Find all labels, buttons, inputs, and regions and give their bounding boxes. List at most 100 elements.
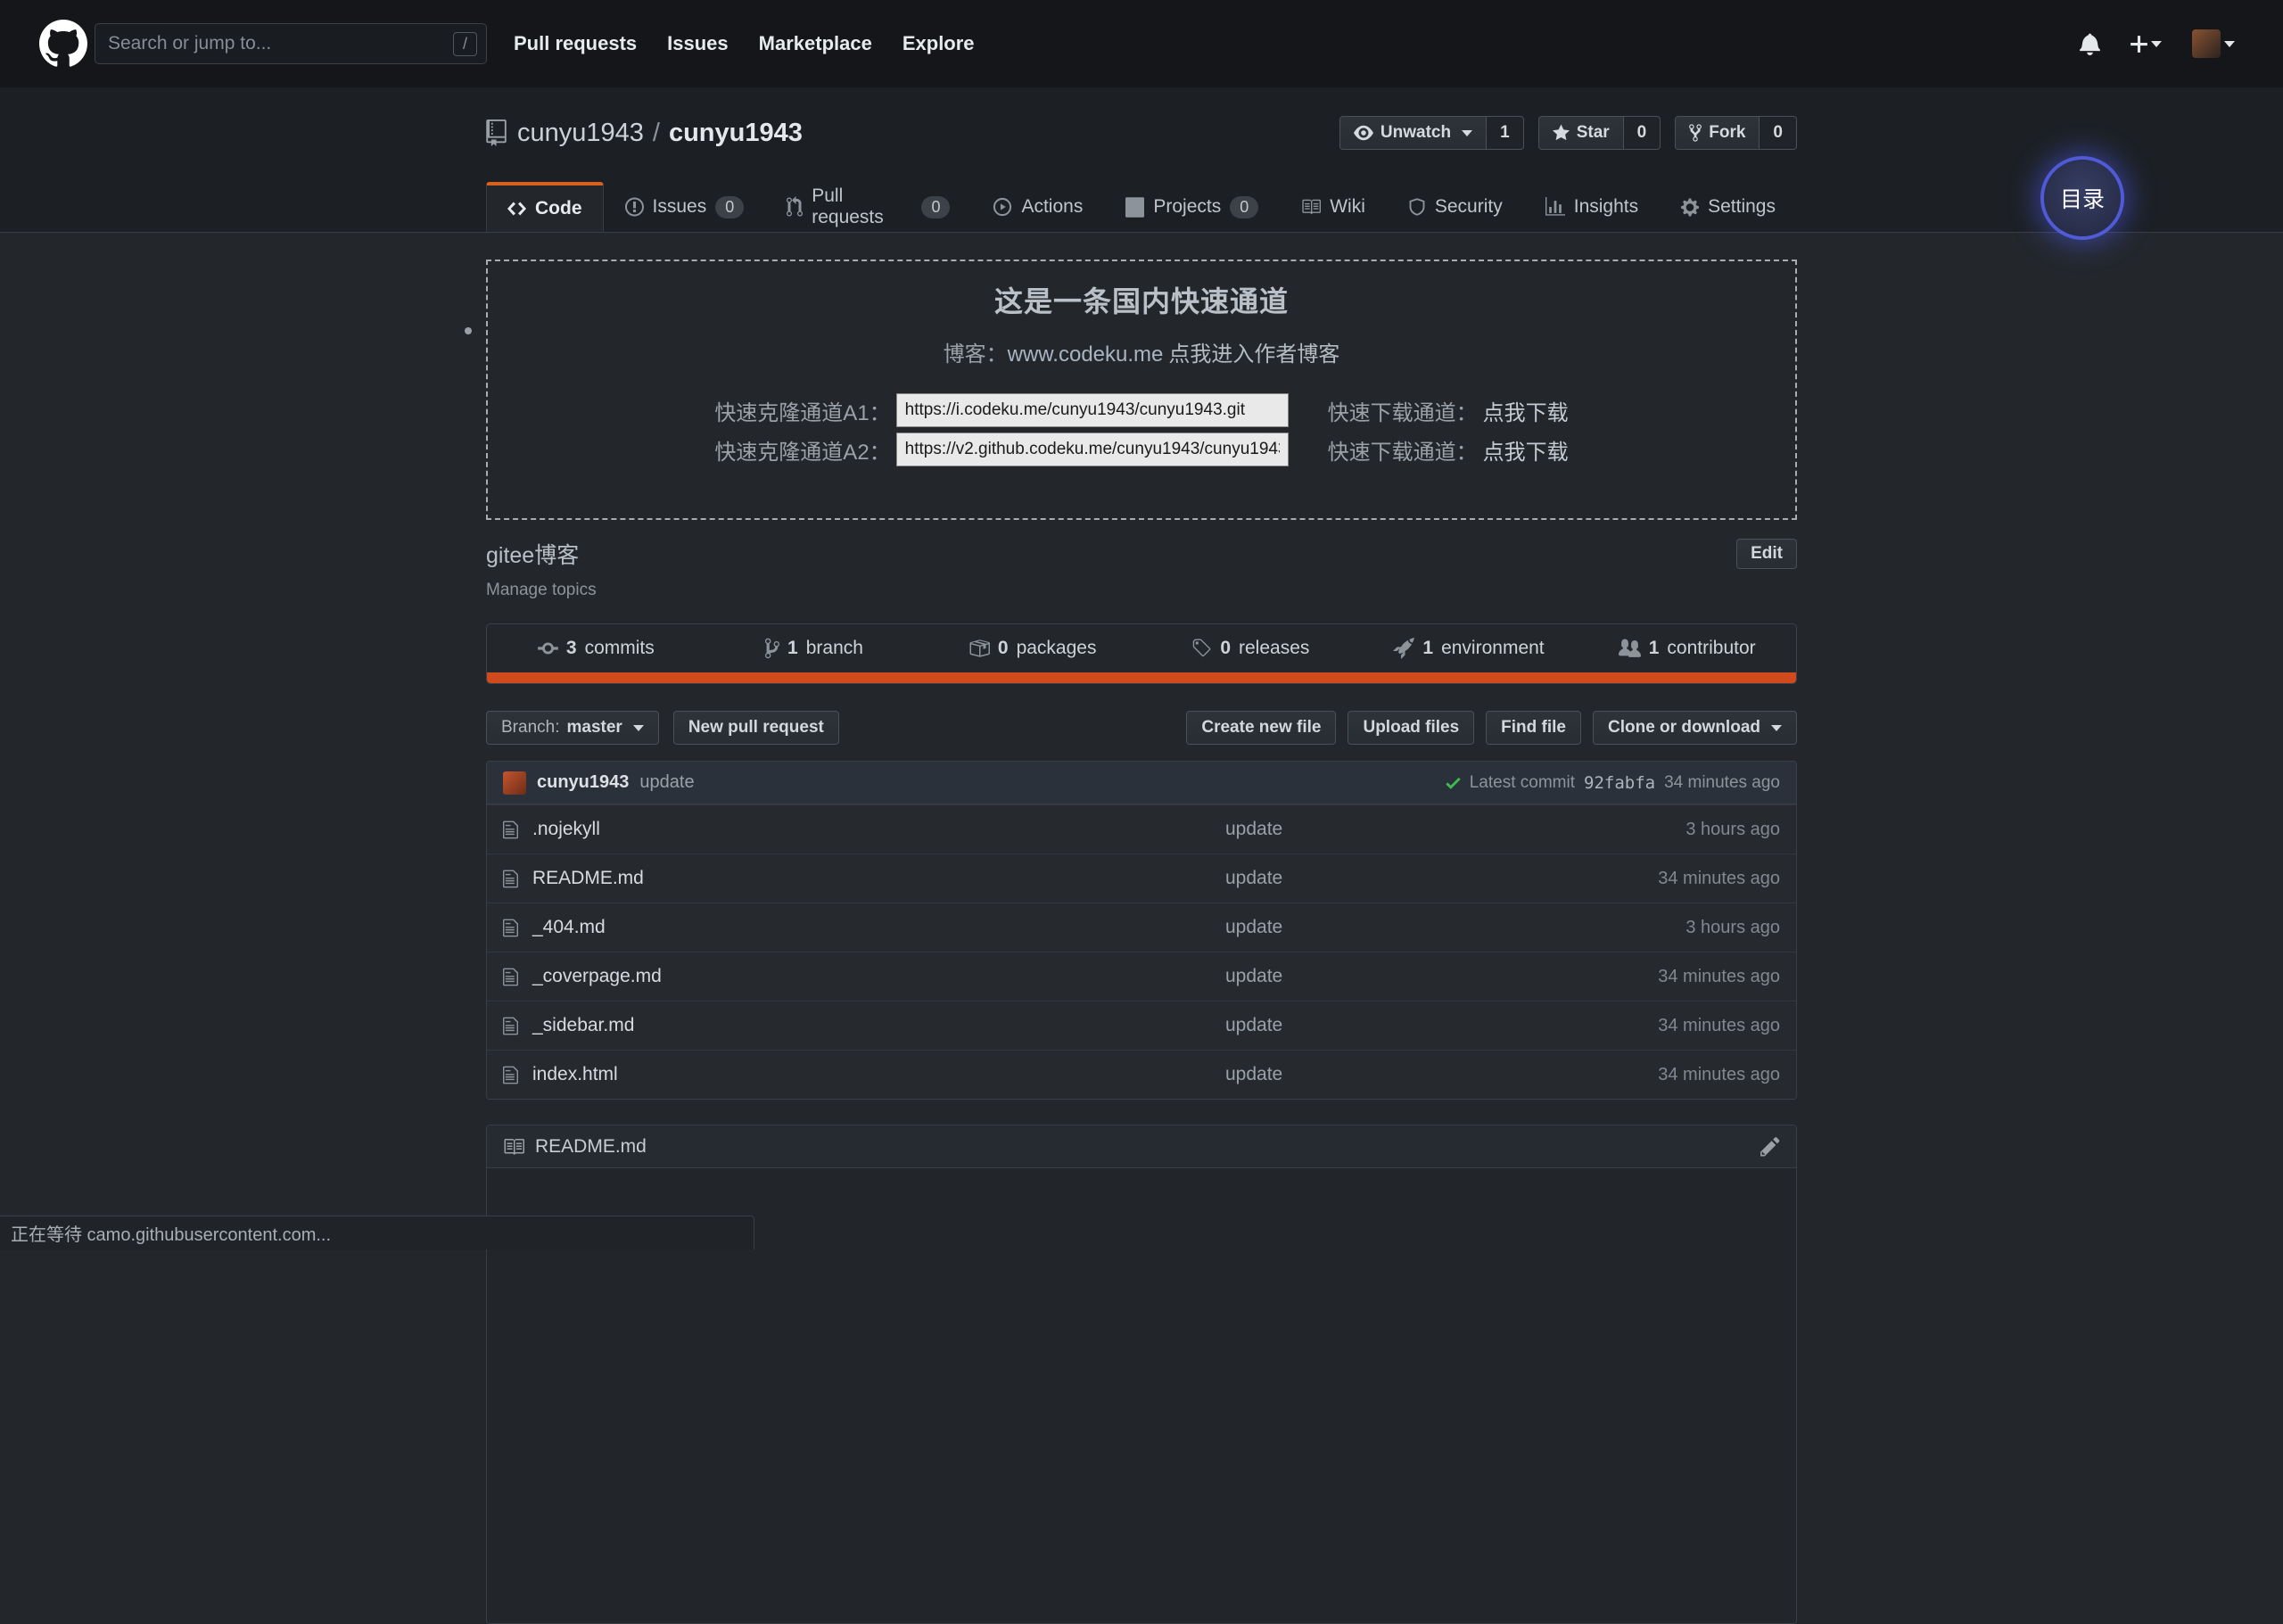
new-pull-request-button[interactable]: New pull request: [672, 711, 839, 745]
repo-book-icon: [486, 120, 507, 146]
commit-icon: [538, 637, 558, 660]
check-icon: [1445, 773, 1461, 793]
star-label: Star: [1576, 123, 1610, 142]
branch-icon: [765, 637, 780, 660]
commit-message-link[interactable]: update: [639, 772, 694, 793]
clone-label: Clone or download: [1608, 718, 1760, 737]
find-file-button[interactable]: Find file: [1486, 711, 1581, 745]
unwatch-button[interactable]: Unwatch: [1339, 116, 1488, 150]
file-controls: Branch: master New pull request Create n…: [486, 711, 1797, 745]
clone-url-input-a2[interactable]: [895, 433, 1289, 466]
repo-owner-link[interactable]: cunyu1943: [517, 119, 644, 148]
play-icon: [993, 197, 1012, 217]
fork-button[interactable]: Fork: [1675, 116, 1760, 150]
file-commit-message[interactable]: update: [1225, 1064, 1282, 1085]
file-icon: [503, 967, 518, 987]
tab-issues[interactable]: Issues 0: [604, 182, 766, 232]
file-time: 34 minutes ago: [1658, 1015, 1780, 1035]
toc-floating-button[interactable]: 目录: [2044, 160, 2121, 236]
file-name-link[interactable]: README.md: [532, 868, 644, 889]
commit-author-link[interactable]: cunyu1943: [537, 772, 629, 793]
table-row: index.html update 34 minutes ago: [487, 1050, 1796, 1099]
navbar-right: [2080, 29, 2235, 58]
plus-icon: [2131, 33, 2147, 55]
navbar-links: Pull requests Issues Marketplace Explore: [514, 32, 975, 55]
blog-label: 博客：: [943, 342, 1008, 367]
star-button[interactable]: Star: [1537, 116, 1624, 150]
file-name-link[interactable]: _404.md: [532, 917, 606, 938]
file-name-link[interactable]: _sidebar.md: [532, 1015, 634, 1036]
star-count[interactable]: 0: [1623, 116, 1661, 150]
file-commit-message[interactable]: update: [1225, 868, 1282, 889]
nav-issues[interactable]: Issues: [667, 32, 729, 55]
tab-code[interactable]: Code: [486, 182, 604, 232]
file-time: 3 hours ago: [1685, 819, 1780, 839]
language-bar[interactable]: [487, 672, 1796, 683]
nav-pull-requests[interactable]: Pull requests: [514, 32, 637, 55]
file-commit-message[interactable]: update: [1225, 917, 1282, 938]
readme-title-link[interactable]: README.md: [535, 1136, 647, 1158]
unwatch-label: Unwatch: [1380, 123, 1452, 142]
tab-label: Code: [535, 197, 582, 218]
edit-readme-pencil-icon[interactable]: [1760, 1135, 1780, 1158]
mirror-promo-box: 这是一条国内快速通道 博客：www.codeku.me 点我进入作者博客 快速克隆…: [465, 260, 1797, 520]
file-name-link[interactable]: index.html: [532, 1064, 618, 1085]
nav-explore[interactable]: Explore: [902, 32, 975, 55]
file-controls-right: Create new file Upload files Find file C…: [1186, 711, 1797, 745]
notifications-bell-icon[interactable]: [2080, 32, 2100, 55]
search-input[interactable]: [108, 33, 453, 54]
blog-link[interactable]: www.codeku.me: [1008, 342, 1164, 367]
file-commit-message[interactable]: update: [1225, 1015, 1282, 1036]
promo-blog-line: 博客：www.codeku.me 点我进入作者博客: [488, 336, 1795, 367]
manage-topics-link[interactable]: Manage topics: [486, 581, 597, 600]
download-link[interactable]: 点我下载: [1483, 434, 1569, 466]
star-icon: [1552, 123, 1570, 143]
create-new-menu[interactable]: [2131, 33, 2162, 55]
tab-label: Projects: [1153, 196, 1222, 217]
repo-separator: /: [652, 118, 660, 147]
file-name-link[interactable]: _coverpage.md: [532, 966, 662, 987]
clone-rows: 快速克隆通道A1： 快速下载通道： 点我下载 快速克隆通道A2： 快速下载通道：…: [488, 391, 1795, 469]
upload-files-button[interactable]: Upload files: [1348, 711, 1475, 745]
nav-marketplace[interactable]: Marketplace: [759, 32, 872, 55]
download-link[interactable]: 点我下载: [1483, 395, 1569, 426]
file-commit-message[interactable]: update: [1225, 966, 1282, 987]
tab-insights[interactable]: Insights: [1524, 182, 1660, 232]
tab-label: Actions: [1021, 196, 1084, 217]
stat-branches[interactable]: 1 branch: [705, 624, 924, 672]
stat-commits[interactable]: 3 commits: [487, 624, 705, 672]
edit-description-button[interactable]: Edit: [1736, 539, 1797, 569]
watch-count[interactable]: 1: [1487, 116, 1524, 150]
tab-label: Issues: [652, 196, 707, 217]
clone-url-input-a1[interactable]: [895, 393, 1289, 427]
clone-or-download-button[interactable]: Clone or download: [1593, 711, 1797, 745]
stat-label: packages: [1016, 638, 1097, 658]
file-browser: cunyu1943 update Latest commit 92fabfa 3…: [486, 761, 1797, 1100]
fork-count[interactable]: 0: [1760, 116, 1797, 150]
tab-security[interactable]: Security: [1387, 182, 1524, 232]
branch-selector[interactable]: Branch: master: [486, 711, 659, 745]
stat-releases[interactable]: 0 releases: [1142, 624, 1360, 672]
stat-contributors[interactable]: 1 contributor: [1578, 624, 1796, 672]
file-name-link[interactable]: .nojekyll: [532, 819, 600, 840]
branch-name: master: [566, 718, 622, 737]
stat-packages[interactable]: 0 packages: [923, 624, 1142, 672]
user-menu[interactable]: [2192, 29, 2235, 58]
tab-projects[interactable]: Projects 0: [1104, 182, 1280, 232]
tab-settings[interactable]: Settings: [1660, 182, 1797, 232]
create-new-file-button[interactable]: Create new file: [1186, 711, 1337, 745]
commit-sha-link[interactable]: 92fabfa: [1584, 773, 1655, 793]
tab-pull-requests[interactable]: Pull requests 0: [765, 182, 971, 232]
repo-name-link[interactable]: cunyu1943: [669, 119, 803, 148]
tab-actions[interactable]: Actions: [971, 182, 1104, 232]
file-time: 34 minutes ago: [1658, 868, 1780, 888]
stat-environments[interactable]: 1 environment: [1360, 624, 1578, 672]
chevron-down-icon: [1462, 129, 1473, 136]
file-commit-message[interactable]: update: [1225, 819, 1282, 840]
file-time: 34 minutes ago: [1658, 1064, 1780, 1084]
list-bullet: [465, 327, 472, 334]
commit-author-avatar[interactable]: [503, 771, 526, 795]
eye-icon: [1353, 123, 1373, 143]
tab-wiki[interactable]: Wiki: [1280, 182, 1387, 232]
github-logo-icon[interactable]: [39, 20, 87, 68]
